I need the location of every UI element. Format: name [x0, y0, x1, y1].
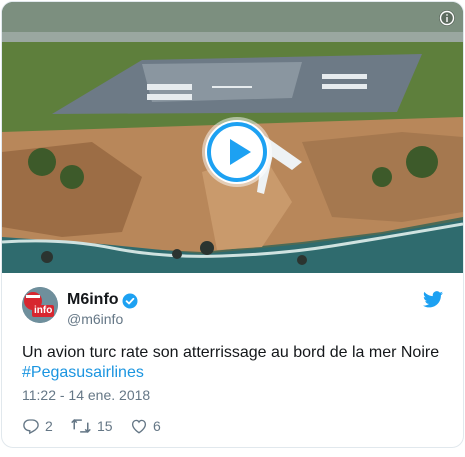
verified-badge-icon	[122, 293, 138, 309]
hashtag-link[interactable]: #Pegasusairlines	[22, 364, 144, 381]
author-name[interactable]: M6info	[67, 291, 119, 309]
tweet-text-main: Un avion turc rate son atterrissage au b…	[22, 344, 440, 361]
retweet-count: 15	[97, 418, 113, 434]
reply-count: 2	[45, 418, 53, 434]
video-thumbnail[interactable]	[2, 2, 463, 273]
twitter-bird-icon[interactable]	[423, 291, 443, 308]
tweet-text: Un avion turc rate son atterrissage au b…	[22, 343, 447, 383]
like-button[interactable]: 6	[130, 416, 161, 436]
play-icon	[207, 122, 267, 182]
info-icon[interactable]	[439, 10, 455, 26]
reply-button[interactable]: 2	[22, 416, 53, 436]
avatar-logo-text: info	[32, 305, 55, 317]
tweet-timestamp[interactable]: 11:22 - 14 ene. 2018	[22, 387, 150, 403]
retweet-button[interactable]: 15	[70, 416, 113, 436]
heart-icon	[131, 419, 147, 434]
retweet-icon	[71, 418, 91, 434]
tweet-body: info M6info @m6info Un avion turc rate s…	[2, 273, 463, 447]
author-handle[interactable]: @m6info	[67, 311, 123, 327]
reply-icon	[23, 419, 39, 435]
embedded-tweet-card: info M6info @m6info Un avion turc rate s…	[1, 1, 464, 448]
like-count: 6	[153, 418, 161, 434]
play-button[interactable]	[205, 120, 269, 184]
avatar[interactable]: info	[22, 287, 58, 323]
